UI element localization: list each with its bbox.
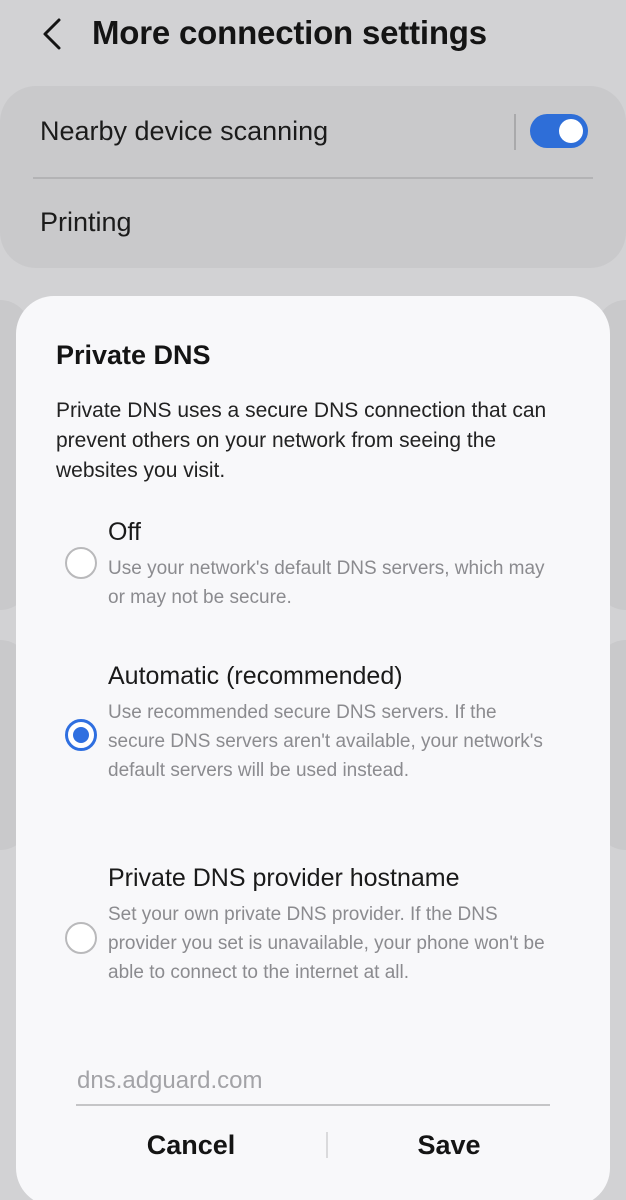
dialog-title: Private DNS bbox=[56, 340, 211, 370]
settings-card: Nearby device scanning Printing bbox=[0, 86, 626, 268]
radio-off[interactable] bbox=[65, 547, 97, 579]
nearby-device-scanning-label: Nearby device scanning bbox=[40, 116, 329, 146]
option-description: Set your own private DNS provider. If th… bbox=[108, 904, 545, 983]
private-dns-dialog: Private DNS Private DNS uses a secure DN… bbox=[16, 296, 610, 1200]
option-description: Use recommended secure DNS servers. If t… bbox=[108, 702, 543, 781]
printing-row[interactable]: Printing bbox=[0, 179, 626, 268]
hostname-input[interactable] bbox=[76, 1058, 550, 1106]
app-header: More connection settings bbox=[0, 0, 626, 70]
save-button[interactable]: Save bbox=[364, 1122, 534, 1168]
chevron-left-icon bbox=[43, 18, 61, 50]
back-button[interactable] bbox=[30, 12, 74, 56]
button-separator bbox=[326, 1132, 328, 1158]
option-off[interactable]: Off Use your network's default DNS serve… bbox=[16, 514, 610, 624]
page-title: More connection settings bbox=[92, 14, 487, 51]
dialog-description: Private DNS uses a secure DNS connection… bbox=[56, 399, 547, 482]
option-title: Off bbox=[108, 518, 141, 546]
toggle-separator bbox=[514, 114, 516, 150]
option-title: Private DNS provider hostname bbox=[108, 864, 460, 892]
printing-label: Printing bbox=[40, 207, 132, 237]
option-hostname[interactable]: Private DNS provider hostname Set your o… bbox=[16, 862, 610, 1022]
option-description: Use your network's default DNS servers, … bbox=[108, 558, 545, 608]
nearby-device-scanning-toggle[interactable] bbox=[530, 114, 588, 148]
option-title: Automatic (recommended) bbox=[108, 662, 403, 690]
radio-automatic[interactable] bbox=[65, 719, 97, 751]
option-automatic[interactable]: Automatic (recommended) Use recommended … bbox=[16, 660, 610, 820]
toggle-knob bbox=[559, 119, 583, 143]
radio-hostname[interactable] bbox=[65, 922, 97, 954]
cancel-button[interactable]: Cancel bbox=[106, 1122, 276, 1168]
nearby-device-scanning-row[interactable]: Nearby device scanning bbox=[0, 86, 626, 178]
